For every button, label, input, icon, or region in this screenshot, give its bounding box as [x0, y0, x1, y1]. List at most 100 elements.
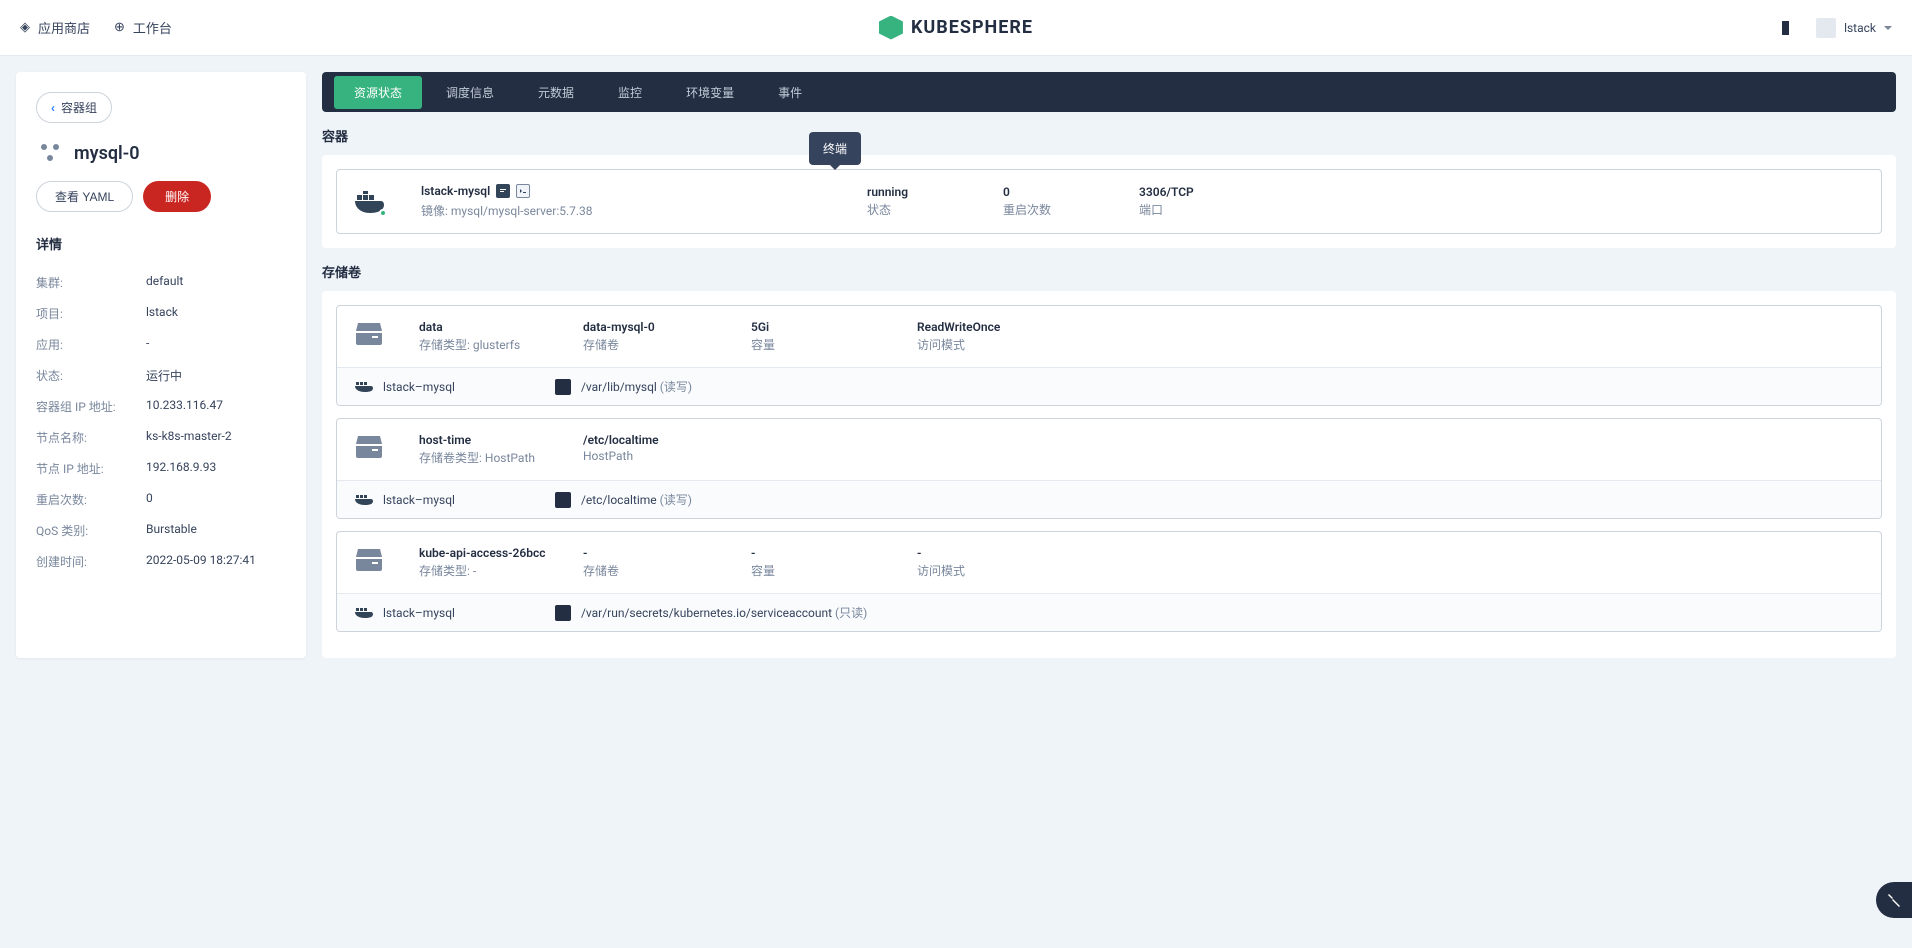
user-menu[interactable]: lstack [1816, 18, 1892, 38]
main-container: ‹ 容器组 mysql-0 查看 YAML 删除 详情 集群:default项目… [0, 56, 1912, 674]
workspace-link[interactable]: ⊕ 工作台 [114, 18, 172, 37]
volume-card[interactable]: data 存储类型: glusterfs data-mysql-0 存储卷 5G… [336, 305, 1882, 406]
detail-value: 192.168.9.93 [146, 460, 216, 477]
ports-value: 3306/TCP [1139, 185, 1239, 199]
volume-icon [355, 320, 383, 348]
restarts-col: 0 重启次数 [1003, 185, 1103, 218]
detail-value: 运行中 [146, 367, 182, 384]
detail-row: QoS 类别:Burstable [36, 515, 286, 546]
user-avatar-icon [1816, 18, 1836, 38]
status-value: running [867, 185, 967, 199]
vol-mode: -访问模式 [917, 546, 1067, 579]
volume-name: host-time [419, 433, 547, 447]
status-dot-icon [379, 209, 387, 217]
tab-0[interactable]: 资源状态 [334, 76, 422, 109]
vol-pvc: /etc/localtime HostPath [583, 433, 715, 463]
pvc-label: 存储卷 [583, 562, 715, 579]
hammer-icon [1886, 892, 1902, 908]
volume-card[interactable]: host-time 存储卷类型: HostPath /etc/localtime… [336, 418, 1882, 519]
mount-mode: (读写) [660, 493, 692, 507]
volume-mount: lstack–mysql /etc/localtime (读写) [337, 480, 1881, 518]
detail-row: 节点名称:ks-k8s-master-2 [36, 422, 286, 453]
details-title: 详情 [36, 234, 286, 253]
vol-name-col: data 存储类型: glusterfs [419, 320, 547, 353]
terminal-icon[interactable] [516, 184, 530, 198]
detail-value: - [146, 336, 149, 353]
volume-card[interactable]: kube-api-access-26bcc 存储类型: - - 存储卷 -容量 … [336, 531, 1882, 632]
mount-path: /var/run/secrets/kubernetes.io/serviceac… [581, 604, 867, 621]
tooltip: 终端 [809, 132, 861, 165]
sidebar-panel: ‹ 容器组 mysql-0 查看 YAML 删除 详情 集群:default项目… [16, 72, 306, 658]
detail-row: 状态:运行中 [36, 360, 286, 391]
tab-2[interactable]: 元数据 [518, 76, 594, 109]
pvc-value: data-mysql-0 [583, 320, 715, 334]
appstore-label: 应用商店 [38, 18, 90, 37]
volume-header: kube-api-access-26bcc 存储类型: - - 存储卷 -容量 … [337, 532, 1881, 593]
size-label: 容量 [751, 336, 881, 353]
mount-path: /etc/localtime (读写) [581, 491, 692, 508]
tab-1[interactable]: 调度信息 [426, 76, 514, 109]
tab-4[interactable]: 环境变量 [666, 76, 754, 109]
mount-path: /var/lib/mysql (读写) [581, 378, 692, 395]
workspace-label: 工作台 [133, 18, 172, 37]
logo-icon [879, 16, 903, 40]
detail-value: default [146, 274, 183, 291]
mode-label: 访问模式 [917, 336, 1067, 353]
mount-icon [555, 492, 571, 508]
detail-row: 节点 IP 地址:192.168.9.93 [36, 453, 286, 484]
ports-col: 3306/TCP 端口 [1139, 185, 1239, 218]
detail-value: lstack [146, 305, 178, 322]
delete-button[interactable]: 删除 [143, 181, 211, 212]
detail-label: QoS 类别: [36, 522, 146, 539]
whale-icon [355, 380, 373, 394]
restarts-value: 0 [1003, 185, 1103, 199]
notification-icon[interactable] [1782, 21, 1796, 35]
back-button[interactable]: ‹ 容器组 [36, 92, 112, 123]
detail-row: 容器组 IP 地址:10.233.116.47 [36, 391, 286, 422]
pvc-value: - [583, 546, 715, 560]
log-icon[interactable] [496, 184, 510, 198]
detail-label: 应用: [36, 336, 146, 353]
container-panel: 终端 lstack-mysql 镜像: mysql/mysq [322, 155, 1896, 248]
detail-row: 重启次数:0 [36, 484, 286, 515]
container-card[interactable]: 终端 lstack-mysql 镜像: mysql/mysq [336, 169, 1882, 234]
volume-header: host-time 存储卷类型: HostPath /etc/localtime… [337, 419, 1881, 480]
content-panel: 资源状态调度信息元数据监控环境变量事件 容器 终端 lstack-mysql [322, 72, 1896, 658]
header-left: ◈ 应用商店 ⊕ 工作台 [20, 18, 172, 37]
tab-3[interactable]: 监控 [598, 76, 662, 109]
volume-icon [355, 546, 383, 574]
logo[interactable]: KUBESPHERE [879, 16, 1033, 40]
workspace-icon: ⊕ [114, 20, 125, 35]
vol-name-col: host-time 存储卷类型: HostPath [419, 433, 547, 466]
pvc-label: HostPath [583, 449, 715, 463]
status-label: 状态 [867, 201, 967, 218]
image-value: mysql/mysql-server:5.7.38 [451, 204, 593, 218]
whale-icon [355, 493, 373, 507]
vol-size: -容量 [751, 546, 881, 579]
back-label: 容器组 [61, 99, 97, 116]
detail-label: 容器组 IP 地址: [36, 398, 146, 415]
detail-value: 0 [146, 491, 153, 508]
mode-label: 访问模式 [917, 562, 1067, 579]
volumes-section: 存储卷 data 存储类型: glusterfs data-mysql-0 存储… [322, 262, 1896, 658]
detail-row: 应用:- [36, 329, 286, 360]
detail-row: 创建时间:2022-05-09 18:27:41 [36, 546, 286, 577]
help-fab[interactable] [1876, 882, 1912, 918]
detail-value: 2022-05-09 18:27:41 [146, 553, 256, 570]
view-yaml-button[interactable]: 查看 YAML [36, 181, 133, 212]
detail-row: 项目:lstack [36, 298, 286, 329]
detail-label: 项目: [36, 305, 146, 322]
appstore-link[interactable]: ◈ 应用商店 [20, 18, 90, 37]
pod-title: mysql-0 [36, 139, 286, 167]
username: lstack [1844, 21, 1876, 35]
size-label: 容量 [751, 562, 881, 579]
mount-icon [555, 605, 571, 621]
volume-header: data 存储类型: glusterfs data-mysql-0 存储卷 5G… [337, 306, 1881, 367]
container-section-title: 容器 [322, 126, 1896, 145]
mount-container: lstack–mysql [355, 493, 455, 507]
mode-value: ReadWriteOnce [917, 320, 1067, 334]
container-section: 容器 终端 lstack-mysql [322, 126, 1896, 248]
volume-type: 存储卷类型: HostPath [419, 449, 547, 466]
tab-5[interactable]: 事件 [758, 76, 822, 109]
vol-name-col: kube-api-access-26bcc 存储类型: - [419, 546, 547, 579]
